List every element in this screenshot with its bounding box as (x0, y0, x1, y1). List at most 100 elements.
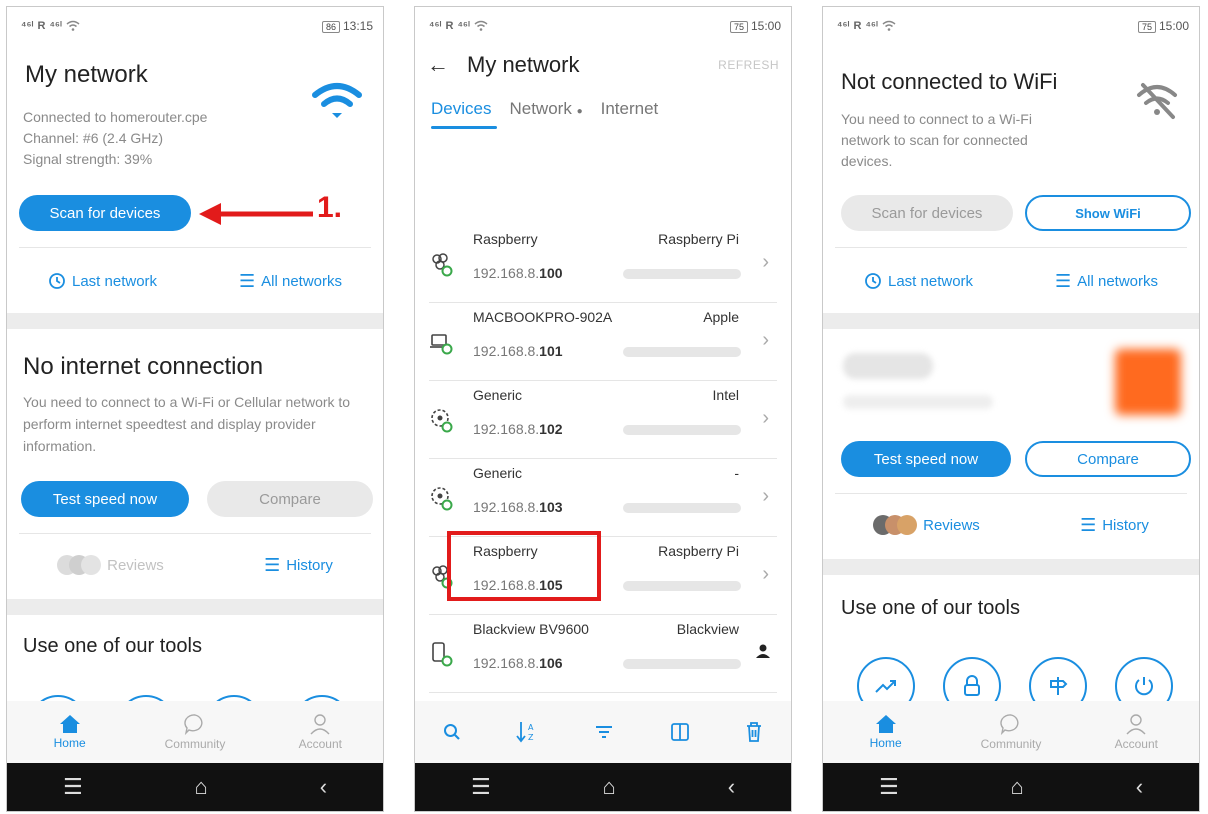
section-separator (7, 599, 383, 615)
divider (835, 493, 1187, 494)
page-title: My network (25, 61, 148, 88)
all-networks-link[interactable]: ☰ All networks (1055, 271, 1158, 292)
device-vendor: - (734, 465, 739, 481)
menu-icon[interactable]: ☰ (63, 774, 83, 800)
last-network-link[interactable]: Last network (864, 272, 973, 290)
phone-screen-my-network: ⁴⁶ᴵ R ⁴⁶ᴵ 86 13:15 My network Connected to … (6, 6, 384, 812)
device-row[interactable]: Generic - 192.168.8.103 › (429, 459, 777, 537)
columns-icon[interactable] (670, 722, 690, 742)
last-network-label: Last network (887, 272, 974, 290)
clock: 15:00 (1158, 19, 1189, 33)
nav-home[interactable]: Home (841, 714, 931, 750)
device-name: MACBOOKPRO-902A (473, 309, 613, 325)
back-icon[interactable]: ‹ (728, 774, 735, 800)
history-link[interactable]: ☰ History (1080, 515, 1149, 536)
blurred-mac-address (623, 659, 741, 669)
compare-button[interactable]: Compare (1025, 441, 1191, 477)
device-list: Raspberry Raspberry Pi 192.168.8.100 › M… (429, 225, 777, 693)
reviewers-avatars-icon (57, 555, 102, 575)
all-networks-link[interactable]: ☰ All networks (239, 271, 342, 292)
nav-account-label: Account (1114, 737, 1158, 751)
reviews-link[interactable]: Reviews (873, 515, 980, 535)
device-row[interactable]: Raspberry Raspberry Pi 192.168.8.100 › (429, 225, 777, 303)
menu-icon[interactable]: ☰ (471, 774, 491, 800)
device-ip: 192.168.8.101 (473, 343, 563, 359)
nav-account[interactable]: Account (1091, 713, 1181, 751)
no-internet-title: No internet connection (23, 353, 264, 380)
home-outline-icon[interactable]: ⌂ (1011, 774, 1024, 800)
menu-icon[interactable]: ☰ (879, 774, 899, 800)
device-row[interactable]: Generic Intel 192.168.8.102 › (429, 381, 777, 459)
page-title: My network (467, 52, 580, 77)
battery-icon: 75 (729, 21, 748, 33)
device-name: Generic (473, 387, 523, 403)
compare-button[interactable]: Compare (207, 481, 373, 517)
device-name: Raspberry (473, 231, 538, 247)
device-vendor: Intel (712, 387, 739, 403)
device-toolbar: AZ (415, 701, 791, 763)
system-nav-bar: ☰ ⌂ ‹ (415, 763, 791, 811)
wifi-status-icon (882, 20, 896, 31)
filter-icon[interactable] (594, 724, 614, 740)
device-ip: 192.168.8.103 (473, 499, 563, 515)
nav-home[interactable]: Home (25, 714, 115, 750)
trash-icon[interactable] (745, 721, 763, 743)
signal-indicators: ⁴⁶ᴵ R ⁴⁶ᴵ (837, 20, 896, 32)
list-icon: ☰ (1055, 270, 1072, 291)
reviewers-avatars-icon (873, 515, 918, 535)
history-link[interactable]: ☰ History (264, 555, 333, 576)
device-vendor: Raspberry Pi (658, 231, 739, 247)
tab-devices[interactable]: Devices (431, 99, 498, 129)
reviews-history-row: Reviews ☰ History (7, 537, 383, 593)
highlight-box (447, 531, 601, 601)
section-separator (7, 313, 383, 329)
svg-text:Z: Z (528, 733, 534, 742)
signal-strength-text: Signal strength: 39% (23, 151, 153, 167)
reviews-history-row: Reviews ☰ History (823, 497, 1199, 553)
laptop-icon (430, 334, 453, 355)
clock-battery: 75 15:00 (729, 19, 781, 33)
network-info: Connected to homerouter.cpe Channel: #6 … (23, 107, 207, 170)
device-ip: 192.168.8.102 (473, 421, 563, 437)
test-speed-button[interactable]: Test speed now (21, 481, 189, 517)
sort-icon[interactable]: AZ (516, 720, 538, 744)
generic-device-icon (431, 487, 453, 511)
svg-text:A: A (528, 723, 534, 732)
nav-account[interactable]: Account (275, 713, 365, 751)
home-icon (59, 715, 80, 733)
nav-community-label: Community (980, 737, 1042, 751)
nav-community[interactable]: Community (966, 713, 1056, 751)
blurred-mac-address (623, 269, 741, 279)
wifi-off-icon (1137, 83, 1177, 119)
device-row[interactable]: MACBOOKPRO-902A Apple 192.168.8.101 › (429, 303, 777, 381)
refresh-button[interactable]: REFRESH (718, 58, 779, 72)
phone-screen-devices: ⁴⁶ᴵ R ⁴⁶ᴵ 75 15:00 ← My network REFRESH Dev… (414, 6, 792, 812)
test-speed-button[interactable]: Test speed now (841, 441, 1011, 477)
device-row[interactable]: Raspberry Raspberry Pi 192.168.8.105 › (429, 531, 777, 615)
scan-for-devices-button[interactable]: Scan for devices (19, 195, 191, 231)
search-icon[interactable] (443, 723, 461, 741)
tab-internet[interactable]: Internet (601, 99, 659, 129)
wifi-icon (312, 83, 362, 118)
home-icon (875, 715, 896, 733)
section-separator (823, 313, 1199, 329)
show-wifi-button[interactable]: Show WiFi (1025, 195, 1191, 231)
nav-community[interactable]: Community (150, 713, 240, 751)
reviews-link[interactable]: Reviews (57, 555, 164, 575)
divider (19, 533, 371, 534)
back-icon[interactable]: ‹ (320, 774, 327, 800)
device-row[interactable]: Blackview BV9600 Blackview 192.168.8.106 (429, 615, 777, 693)
raspberry-icon (432, 253, 453, 277)
device-ip: 192.168.8.106 (473, 655, 563, 671)
scan-for-devices-button[interactable]: Scan for devices (841, 195, 1013, 231)
chat-bubble-icon (1000, 714, 1019, 735)
phone-screen-not-connected: ⁴⁶ᴵ R ⁴⁶ᴵ 75 15:00 Not connected to WiFi Yo… (822, 6, 1200, 812)
home-outline-icon[interactable]: ⌂ (195, 774, 208, 800)
tab-network[interactable]: Network ● (509, 99, 582, 129)
home-outline-icon[interactable]: ⌂ (603, 774, 616, 800)
back-arrow-icon[interactable]: ← (427, 52, 467, 78)
blurred-provider-logo (1115, 349, 1181, 415)
last-network-link[interactable]: Last network (48, 272, 157, 290)
back-icon[interactable]: ‹ (1136, 774, 1143, 800)
no-internet-text: You need to connect to a Wi-Fi or Cellul… (23, 394, 351, 454)
